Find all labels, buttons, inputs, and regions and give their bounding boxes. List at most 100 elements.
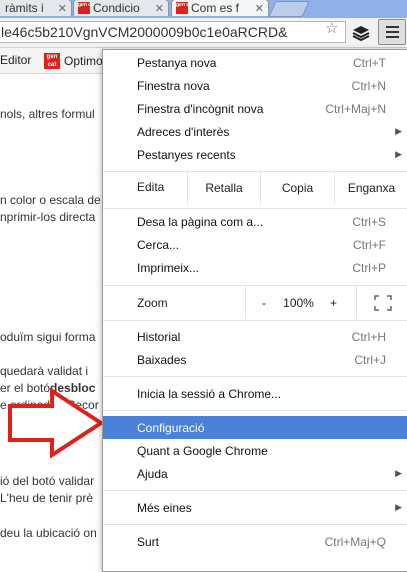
menu-edit-row: Edita Retalla Copia Enganxa (103, 167, 407, 209)
menu-separator (103, 376, 407, 377)
menu-separator (103, 208, 407, 209)
menu-item-downloads[interactable]: Baixades Ctrl+J (103, 348, 407, 371)
chrome-menu-button[interactable] (378, 19, 406, 45)
menu-item-label: Zoom (137, 296, 168, 310)
fullscreen-button[interactable] (356, 286, 407, 319)
menu-item-shortcut: Ctrl+F (353, 237, 386, 252)
menu-item-label: Desa la pàgina com a... (137, 214, 264, 229)
submenu-arrow-icon: ▶ (395, 126, 402, 136)
menu-item-label: Finestra nova (137, 78, 210, 93)
menu-item-bookmarks[interactable]: Adreces d'interès ▶ (103, 120, 407, 143)
copy-button[interactable]: Copia (260, 172, 334, 204)
menu-item-exit[interactable]: Surt Ctrl+Maj+Q (103, 530, 407, 553)
menu-item-print[interactable]: Imprimeix... Ctrl+P (103, 256, 407, 279)
menu-item-about[interactable]: Quant a Google Chrome (103, 439, 407, 462)
tab-condicio[interactable]: gen cat Condicio ✕ (73, 0, 169, 16)
close-tab-icon[interactable]: ✕ (58, 2, 67, 15)
bookmark-star-icon[interactable]: ☆ (325, 19, 338, 37)
fullscreen-icon (373, 294, 392, 311)
menu-item-label: Més eines (137, 500, 192, 515)
menu-item-more-tools[interactable]: Més eines ▶ (103, 496, 407, 519)
gencat-icon: gen cat (44, 53, 60, 69)
zoom-in-button[interactable]: + (316, 286, 351, 319)
page-text: nols, altres formul (0, 107, 95, 121)
menu-item-shortcut: Ctrl+N (351, 78, 386, 93)
close-tab-icon[interactable]: ✕ (255, 2, 264, 15)
zoom-plus-label: + (329, 295, 337, 310)
menu-item-label: Configuració (137, 420, 205, 435)
menu-item-shortcut: Ctrl+S (352, 214, 386, 229)
new-tab-button[interactable] (268, 1, 310, 17)
bookmark-label: Editor (0, 53, 32, 67)
paste-label: Enganxa (347, 181, 396, 195)
menu-item-shortcut: Ctrl+Maj+Q (324, 534, 386, 549)
page-text: quedarà validat i (0, 364, 89, 378)
address-bar[interactable]: le46c5b210VgnVCM2000009b0c1e0aRCRD& (0, 21, 346, 43)
page-text: deu la ubicació on (0, 526, 97, 540)
menu-item-incognito[interactable]: Finestra d'incògnit nova Ctrl+Maj+N (103, 97, 407, 120)
tab-title: Condicio (93, 1, 140, 15)
menu-item-label: Adreces d'interès (137, 124, 230, 139)
toolbar: le46c5b210VgnVCM2000009b0c1e0aRCRD& ☆ (0, 18, 407, 48)
menu-item-save-page[interactable]: Desa la pàgina com a... Ctrl+S (103, 210, 407, 233)
menu-item-label: Ajuda (137, 466, 168, 481)
menu-separator (103, 524, 407, 525)
menu-item-label: Baixades (137, 352, 187, 367)
menu-item-shortcut: Ctrl+T (353, 55, 386, 70)
menu-item-new-tab[interactable]: Pestanya nova Ctrl+T (103, 51, 407, 74)
menu-item-label: Pestanya nova (137, 55, 217, 70)
page-text: L'heu de tenir prè (0, 491, 94, 505)
menu-item-label: Surt (137, 534, 160, 549)
paste-button[interactable]: Enganxa (334, 172, 407, 204)
menu-item-shortcut: Ctrl+Maj+N (325, 101, 386, 116)
tab-title: Com es f (191, 1, 240, 15)
red-arrow-icon (8, 388, 105, 458)
zoom-level: 100% (281, 286, 316, 319)
menu-item-recent-tabs[interactable]: Pestanyes recents ▶ (103, 143, 407, 166)
page-text: nprimir-los directa (0, 210, 96, 224)
tab-title: ràmits i (5, 1, 44, 15)
menu-item-label: Quant a Google Chrome (137, 443, 268, 458)
cut-label: Retalla (205, 181, 243, 195)
submenu-arrow-icon: ▶ (395, 149, 402, 159)
submenu-arrow-icon: ▶ (395, 468, 402, 478)
zoom-level-label: 100% (283, 295, 314, 310)
copy-label: Copia (281, 181, 314, 195)
submenu-arrow-icon: ▶ (395, 502, 402, 512)
menu-item-signin[interactable]: Inicia la sessió a Chrome... (103, 382, 407, 405)
menu-item-label: Pestanyes recents (137, 147, 236, 162)
tab-com-es[interactable]: gen cat Com es f ✕ (171, 0, 269, 16)
menu-item-find[interactable]: Cerca... Ctrl+F (103, 233, 407, 256)
layers-icon (352, 26, 370, 42)
menu-item-history[interactable]: Historial Ctrl+H (103, 325, 407, 348)
menu-item-label: Historial (137, 329, 181, 344)
bookmark-label: Optimo (64, 54, 103, 68)
page-text: oduïm sigui forma (0, 330, 96, 344)
page-text: ió del botó validar (0, 474, 95, 488)
menu-separator (103, 410, 407, 411)
menu-separator (103, 490, 407, 491)
menu-item-label: Finestra d'incògnit nova (137, 101, 264, 116)
tab-tramits[interactable]: ràmits i ✕ (0, 0, 72, 16)
menu-item-shortcut: Ctrl+H (351, 329, 386, 344)
close-tab-icon[interactable]: ✕ (155, 2, 164, 15)
tab-strip: ràmits i ✕ gen cat Condicio ✕ gen cat Co… (0, 0, 407, 18)
chrome-menu: Pestanya nova Ctrl+T Finestra nova Ctrl+… (102, 49, 407, 572)
menu-item-label: Inicia la sessió a Chrome... (137, 386, 282, 401)
gencat-icon: gen cat (78, 2, 96, 14)
hamburger-icon (385, 26, 399, 28)
menu-item-label: Edita (137, 180, 165, 194)
menu-item-shortcut: Ctrl+P (352, 260, 386, 275)
menu-item-new-window[interactable]: Finestra nova Ctrl+N (103, 74, 407, 97)
zoom-out-button[interactable]: - (245, 286, 282, 319)
menu-item-settings[interactable]: Configuració (103, 416, 407, 439)
gencat-icon: gen cat (176, 2, 194, 14)
menu-item-shortcut: Ctrl+J (354, 352, 386, 367)
bookmark-optimo[interactable]: gen cat Optimo (44, 53, 103, 69)
menu-zoom-row: Zoom - 100% + (103, 286, 407, 319)
layers-extension-button[interactable] (350, 22, 372, 44)
cut-button[interactable]: Retalla (187, 172, 260, 204)
bookmark-editor[interactable]: Editor (0, 53, 31, 67)
menu-item-help[interactable]: Ajuda ▶ (103, 462, 407, 485)
menu-item-label: Imprimeix... (137, 260, 200, 275)
